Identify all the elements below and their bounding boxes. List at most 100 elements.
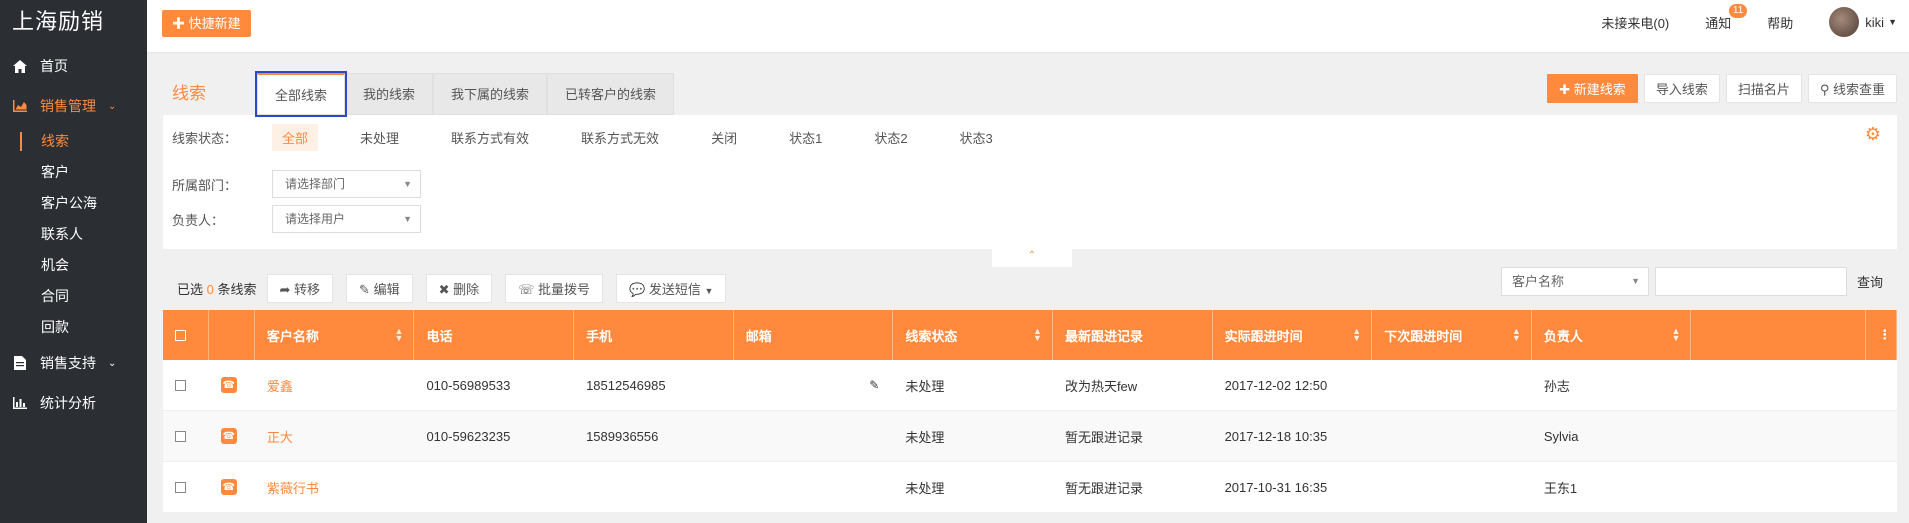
phone-icon[interactable]: ☎ — [220, 428, 237, 444]
user-name[interactable]: kiki — [1865, 15, 1884, 30]
quick-new-button[interactable]: ✚ 快捷新建 — [162, 10, 251, 37]
status-option-contact-invalid[interactable]: 联系方式无效 — [571, 124, 669, 151]
column-header-actual-time[interactable]: 实际跟进时间 ▲ ▼ — [1213, 310, 1373, 360]
cell-status: 未处理 — [905, 378, 945, 394]
notifications-link[interactable]: 通知 11 — [1705, 3, 1748, 32]
cell-settings — [1866, 411, 1897, 461]
customer-name-link[interactable]: 正大 — [267, 427, 293, 446]
sidebar-item-statistics[interactable]: 统计分析 — [0, 383, 147, 423]
edit-button[interactable]: ✎ 编辑 — [346, 274, 413, 303]
search-input[interactable] — [1654, 267, 1847, 296]
customer-name-link[interactable]: 爱鑫 — [267, 376, 293, 395]
cell-mobile — [574, 462, 734, 512]
import-leads-button[interactable]: 导入线索 — [1643, 74, 1720, 103]
status-option-contact-valid[interactable]: 联系方式有效 — [441, 124, 539, 151]
cell-owner: Sylvia — [1543, 428, 1579, 444]
pencil-icon[interactable]: ✎ — [869, 378, 879, 392]
sidebar-item-sales-support[interactable]: 销售支持 ⌄ — [0, 343, 147, 383]
new-lead-label: 新建线索 — [1573, 82, 1626, 97]
transfer-button[interactable]: ➦ 转移 — [266, 274, 334, 303]
row-checkbox-cell — [163, 360, 209, 410]
batch-dial-button[interactable]: ☏ 批量拨号 — [505, 274, 603, 303]
status-option-all[interactable]: 全部 — [272, 124, 319, 151]
status-option-unprocessed[interactable]: 未处理 — [350, 124, 409, 151]
edit-label: 编辑 — [373, 282, 400, 297]
sidebar-item-customers[interactable]: 客户 — [0, 157, 147, 188]
status-option-3[interactable]: 状态3 — [950, 124, 1003, 151]
tab-subordinate-leads[interactable]: 我下属的线索 — [433, 73, 548, 115]
collapse-filters-button[interactable]: ⌃ — [992, 249, 1072, 267]
tab-my-leads[interactable]: 我的线索 — [345, 73, 434, 115]
status-option-1[interactable]: 状态1 — [779, 124, 832, 151]
sidebar-item-contracts[interactable]: 合同 — [0, 281, 147, 312]
customer-name-link[interactable]: 紫薇行书 — [267, 478, 319, 497]
sidebar-item-customer-pool[interactable]: 客户公海 — [0, 188, 147, 219]
row-checkbox[interactable] — [175, 481, 186, 493]
cell-actual-time: 2017-12-18 10:35 — [1224, 428, 1328, 444]
column-header-label: 线索状态 — [905, 328, 958, 344]
search-button[interactable]: 查询 — [1857, 272, 1883, 291]
owner-placeholder: 请选择用户 — [285, 212, 346, 226]
new-lead-button[interactable]: ✚ 新建线索 — [1547, 74, 1638, 103]
sidebar-item-opportunities[interactable]: 机会 — [0, 250, 147, 281]
column-header-status[interactable]: 线索状态 ▲ ▼ — [893, 310, 1053, 360]
more-vertical-icon[interactable]: ⋮ — [1878, 327, 1891, 343]
sidebar-item-contacts[interactable]: 联系人 — [0, 219, 147, 250]
column-header-label: 客户名称 — [266, 328, 319, 344]
missed-calls-link[interactable]: 未接来电(0) — [1601, 13, 1669, 32]
owner-select[interactable]: 请选择用户 ▼ — [272, 205, 421, 233]
status-filter-label: 线索状态： — [172, 131, 238, 146]
send-sms-button[interactable]: 💬 发送短信 ▼ — [616, 274, 727, 303]
lead-tabs: 全部线索 我的线索 我下属的线索 已转客户的线索 — [254, 71, 675, 117]
caret-down-icon: ▼ — [403, 214, 412, 224]
row-checkbox[interactable] — [175, 430, 186, 442]
brand-logo: 上海励销 — [12, 9, 105, 34]
column-header-phone: 电话 — [414, 310, 575, 360]
dedupe-leads-button[interactable]: ⚲ 线索查重 — [1807, 74, 1897, 103]
column-header-label: 电话 — [426, 328, 453, 344]
table-row[interactable]: ☎ 紫薇行书 未处理 暂无跟进记录 2017-10-31 16:35 王东1 — [163, 462, 1897, 513]
row-call-cell: ☎ — [209, 411, 255, 461]
table-row[interactable]: ☎ 爱鑫 010-56989533 18512546985 ✎ 未处理 改为热天… — [163, 360, 1897, 411]
select-all-checkbox[interactable] — [175, 329, 186, 341]
cell-latest-record: 改为热天few — [1064, 378, 1138, 394]
gear-icon[interactable]: ⚙ — [1865, 124, 1881, 145]
search-icon: ⚲ — [1819, 82, 1833, 97]
column-header-next-time[interactable]: 下次跟进时间 ▲ ▼ — [1372, 310, 1532, 360]
phone-icon[interactable]: ☎ — [220, 479, 237, 495]
sidebar-item-leads[interactable]: 线索 — [0, 126, 147, 157]
cell-email — [734, 411, 894, 461]
phone-icon[interactable]: ☎ — [220, 377, 237, 393]
status-option-closed[interactable]: 关闭 — [701, 124, 747, 151]
column-header-name[interactable]: 客户名称 ▲ ▼ — [255, 310, 415, 360]
avatar[interactable] — [1829, 7, 1860, 37]
status-option-2[interactable]: 状态2 — [864, 124, 917, 151]
search-field-value: 客户名称 — [1511, 274, 1564, 289]
help-link[interactable]: 帮助 — [1767, 13, 1793, 32]
column-header-owner[interactable]: 负责人 ▲ ▼ — [1532, 310, 1692, 360]
row-checkbox[interactable] — [175, 379, 186, 391]
sidebar-item-label: 统计分析 — [40, 395, 96, 411]
sidebar-item-home[interactable]: 首页 — [0, 46, 147, 86]
cell-email — [734, 462, 894, 512]
sort-icon: ▲ ▼ — [394, 326, 404, 343]
cell-next-time — [1372, 462, 1532, 512]
search-field-select[interactable]: 客户名称 ▼ — [1500, 267, 1649, 296]
column-header-label: 实际跟进时间 — [1224, 328, 1303, 344]
sidebar-item-sales-management[interactable]: 销售管理 ⌄ — [0, 86, 147, 126]
header-actions: ✚ 新建线索 导入线索 扫描名片 ⚲ 线索查重 — [1541, 74, 1897, 103]
scan-card-button[interactable]: 扫描名片 — [1725, 74, 1802, 103]
department-select[interactable]: 请选择部门 ▼ — [272, 170, 421, 198]
table-row[interactable]: ☎ 正大 010-59623235 1589936556 未处理 暂无跟进记录 … — [163, 411, 1897, 462]
tab-all-leads[interactable]: 全部线索 — [254, 71, 348, 117]
sort-icon: ▲ ▼ — [1511, 326, 1521, 343]
batch-dial-label: 批量拨号 — [537, 282, 590, 297]
cell-phone — [414, 462, 574, 512]
tab-converted-leads[interactable]: 已转客户的线索 — [547, 73, 675, 115]
caret-down-icon[interactable]: ▼ — [1888, 17, 1897, 27]
delete-button[interactable]: ✖ 删除 — [425, 274, 493, 303]
row-checkbox-cell — [163, 462, 209, 512]
column-header-email: 邮箱 — [734, 310, 894, 360]
sidebar-item-payments[interactable]: 回款 — [0, 312, 147, 343]
call-column-header — [209, 310, 255, 360]
